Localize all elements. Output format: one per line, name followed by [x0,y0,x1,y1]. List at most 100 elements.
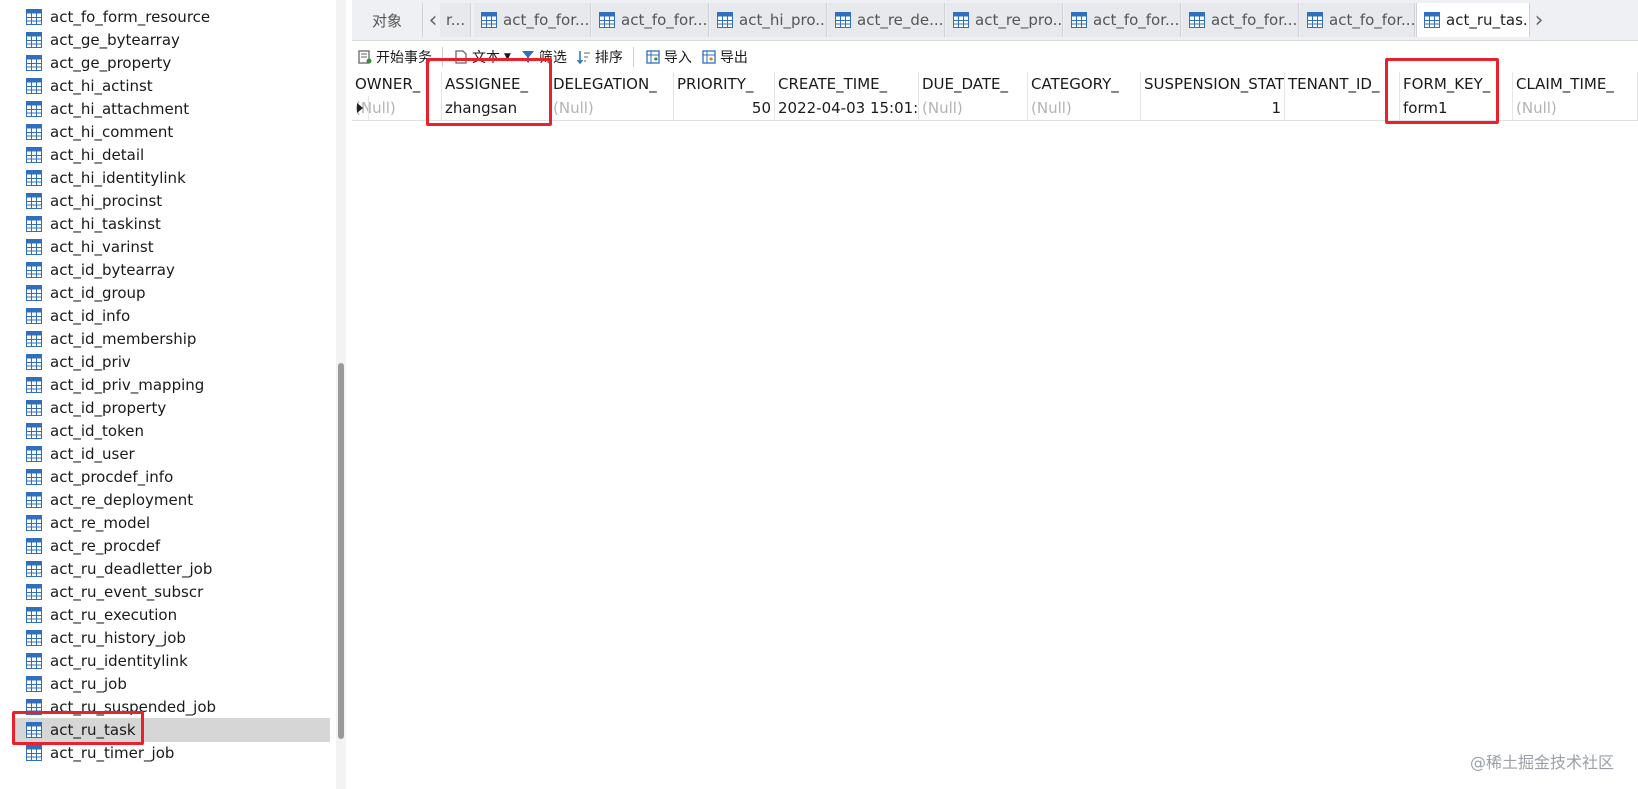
table-icon [26,55,42,71]
export-icon [702,50,716,64]
cell-tenant-id[interactable] [1285,96,1400,120]
sidebar-item-act-re-model[interactable]: act_re_model [14,511,330,535]
table-icon [1307,12,1323,28]
sidebar-item-label: act_id_priv [50,353,131,371]
assignee-highlight-box [426,58,552,126]
sidebar-item-act-hi-identitylink[interactable]: act_hi_identitylink [14,166,330,190]
sidebar-item-label: act_ru_deadletter_job [50,560,213,578]
tab-9[interactable]: act_ru_tas... [1416,3,1530,37]
sidebar-item-act-procdef-info[interactable]: act_procdef_info [14,465,330,489]
sidebar-item-act-hi-taskinst[interactable]: act_hi_taskinst [14,212,330,236]
sidebar-item-act-id-user[interactable]: act_id_user [14,442,330,466]
column-header-claim-time[interactable]: CLAIM_TIME_ [1513,72,1638,96]
sidebar-item-act-id-info[interactable]: act_id_info [14,304,330,328]
table-icon [26,676,42,692]
table-icon [1424,12,1440,28]
column-header-category[interactable]: CATEGORY_ [1028,72,1141,96]
sidebar-item-act-ru-deadletter-job[interactable]: act_ru_deadletter_job [14,557,330,581]
tab-label: act_re_pro... [975,11,1063,29]
begin-transaction-button[interactable]: 开始事务 [358,47,432,67]
column-header-create-time[interactable]: CREATE_TIME_ [775,72,919,96]
tab-5[interactable]: act_re_pro... [946,3,1063,37]
table-icon [26,170,42,186]
tab-label: act_fo_for... [1211,11,1298,29]
cell-delegation[interactable]: (Null) [550,96,674,120]
tab-objects[interactable]: 对象 [352,3,423,37]
tab-6[interactable]: act_fo_for... [1064,3,1181,37]
sidebar-item-label: act_ru_identitylink [50,652,188,670]
sidebar-item-label: act_hi_detail [50,146,145,164]
table-icon [26,308,42,324]
object-tree-sidebar[interactable]: act_fo_form_resource act_ge_bytearray act_… [0,0,337,789]
current-row-marker-icon [352,96,369,120]
cell-create-time[interactable]: 2022-04-03 15:01:30 [775,96,919,120]
table-icon [26,78,42,94]
export-label: 导出 [719,50,748,66]
tab-objects-label: 对象 [371,11,402,30]
sidebar-item-act-ru-event-subscr[interactable]: act_ru_event_subscr [14,580,330,604]
sidebar-item-act-fo-form-resource[interactable]: act_fo_form_resource [14,5,330,29]
tab-1[interactable]: act_fo_for... [474,3,591,37]
column-header-due-date[interactable]: DUE_DATE_ [919,72,1028,96]
sidebar-item-label: act_procdef_info [50,468,174,486]
sidebar-item-act-hi-comment[interactable]: act_hi_comment [14,120,330,144]
tab-bar: 对象 ‹ r... act_fo_for... act_fo_for... act_h… [352,0,1638,41]
sidebar-item-act-hi-attachment[interactable]: act_hi_attachment [14,97,330,121]
sidebar-item-act-ru-identitylink[interactable]: act_ru_identitylink [14,649,330,673]
sidebar-scroll-thumb[interactable] [338,363,344,739]
sidebar-item-act-hi-detail[interactable]: act_hi_detail [14,143,330,167]
table-icon [1071,12,1087,28]
sidebar-item-act-re-deployment[interactable]: act_re_deployment [14,488,330,512]
table-icon [26,745,42,761]
cell-due-date[interactable]: (Null) [919,96,1028,120]
sidebar-item-label: act_id_info [50,307,131,325]
table-icon [717,12,733,28]
sidebar-item-act-id-token[interactable]: act_id_token [14,419,330,443]
sidebar-item-act-id-priv[interactable]: act_id_priv [14,350,330,374]
column-header-suspension-state[interactable]: SUSPENSION_STATE_ [1141,72,1285,96]
tab-3[interactable]: act_hi_pro... [710,3,827,37]
cell-category[interactable]: (Null) [1028,96,1141,120]
cell-claim-time[interactable]: (Null) [1513,96,1638,120]
table-icon [26,584,42,600]
sidebar-item-act-hi-procinst[interactable]: act_hi_procinst [14,189,330,213]
table-icon [26,354,42,370]
act-ru-task-highlight-box [12,711,144,745]
tab-label: act_re_de... [857,11,944,29]
sidebar-item-act-ru-job[interactable]: act_ru_job [14,672,330,696]
sidebar-item-act-ge-property[interactable]: act_ge_property [14,51,330,75]
import-button[interactable]: 导入 [646,47,692,67]
sidebar-item-act-id-membership[interactable]: act_id_membership [14,327,330,351]
cell-priority[interactable]: 50 [674,96,775,120]
sidebar-item-act-ru-execution[interactable]: act_ru_execution [14,603,330,627]
tab-8[interactable]: act_fo_for... [1300,3,1415,37]
sidebar-scrollbar[interactable] [336,0,346,789]
sidebar-item-act-ge-bytearray[interactable]: act_ge_bytearray [14,28,330,52]
watermark-text: @稀土掘金技术社区 [1469,753,1614,772]
tab-7[interactable]: act_fo_for... [1182,3,1299,37]
tab-scroll-right-icon[interactable]: › [1530,3,1548,37]
sidebar-item-act-re-procdef[interactable]: act_re_procdef [14,534,330,558]
sort-button[interactable]: 排序 [576,47,623,67]
column-header-tenant-id[interactable]: TENANT_ID_ [1285,72,1400,96]
sidebar-item-label: act_re_procdef [50,537,161,555]
sidebar-item-act-ru-history-job[interactable]: act_ru_history_job [14,626,330,650]
tab-label: act_hi_pro... [739,11,827,29]
sidebar-item-act-id-priv-mapping[interactable]: act_id_priv_mapping [14,373,330,397]
tab-0[interactable]: r... [440,3,471,37]
sidebar-item-label: act_ge_bytearray [50,31,180,49]
sidebar-item-act-id-group[interactable]: act_id_group [14,281,330,305]
tab-4[interactable]: act_re_de... [828,3,945,37]
column-header-delegation[interactable]: DELEGATION_ [550,72,674,96]
export-button[interactable]: 导出 [702,47,748,67]
tab-2[interactable]: act_fo_for... [592,3,709,37]
sidebar-item-label: act_id_membership [50,330,197,348]
table-icon [26,216,42,232]
sidebar-item-act-hi-actinst[interactable]: act_hi_actinst [14,74,330,98]
cell-suspension-state[interactable]: 1 [1141,96,1285,120]
sidebar-item-act-hi-varinst[interactable]: act_hi_varinst [14,235,330,259]
sidebar-item-act-id-property[interactable]: act_id_property [14,396,330,420]
sidebar-item-act-id-bytearray[interactable]: act_id_bytearray [14,258,330,282]
column-header-priority[interactable]: PRIORITY_ [674,72,775,96]
table-icon [1189,12,1205,28]
